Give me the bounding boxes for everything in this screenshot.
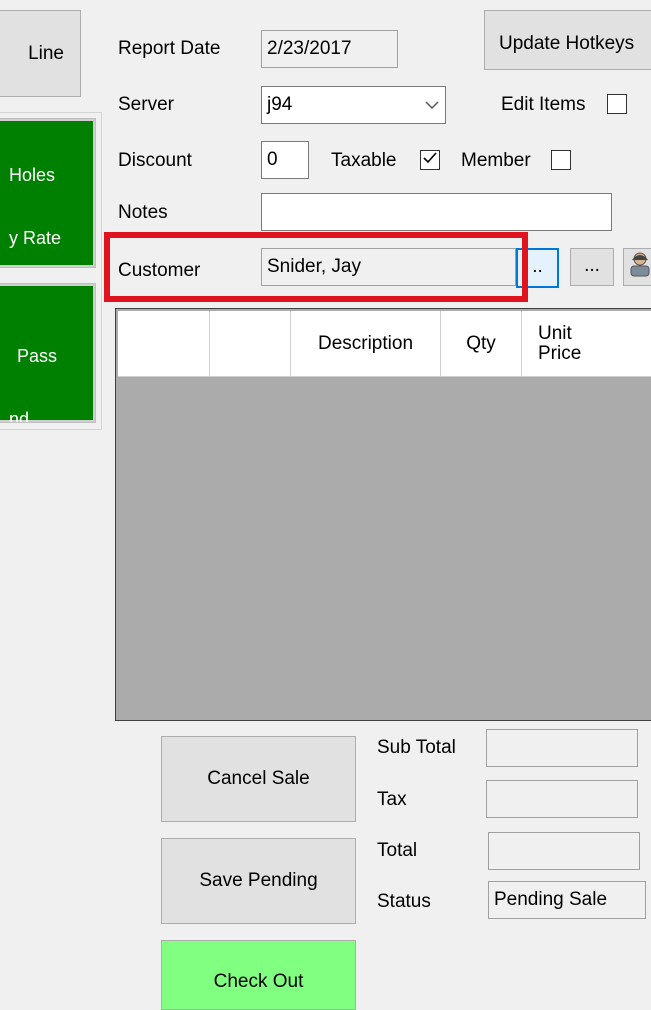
report-date-field[interactable]: 2/23/2017 (261, 30, 398, 68)
notes-label: Notes (118, 202, 168, 223)
hotkey-line: Holes (9, 165, 56, 185)
discount-field[interactable]: 0 (261, 141, 309, 179)
grid-header-unit-price[interactable]: Unit Price (522, 311, 651, 376)
customer-more-button[interactable]: ... (570, 248, 614, 286)
customer-more-label: ... (584, 255, 600, 276)
status-value: Pending Sale (494, 889, 608, 910)
server-select[interactable]: j94 (261, 86, 446, 124)
checkmark-icon (422, 149, 438, 171)
person-icon (628, 250, 651, 284)
status-label: Status (377, 891, 431, 912)
update-hotkeys-button[interactable]: Update Hotkeys (484, 10, 651, 70)
hotkey-line: y Rate (9, 228, 62, 248)
hotkey-button-pass[interactable]: Pass nd 00 (0, 283, 96, 423)
line-button[interactable]: Line (0, 10, 81, 97)
cancel-sale-label: Cancel Sale (207, 768, 310, 789)
grid-header-description[interactable]: Description (291, 311, 441, 376)
items-grid[interactable]: Description Qty Unit Price (115, 308, 651, 721)
save-pending-label: Save Pending (199, 870, 318, 891)
total-field (488, 832, 640, 870)
customer-profile-button[interactable] (623, 248, 651, 286)
member-label: Member (461, 150, 531, 171)
report-date-value: 2/23/2017 (267, 38, 352, 59)
line-button-label: Line (28, 42, 64, 64)
hotkey-line: Pass (17, 346, 58, 366)
discount-value: 0 (267, 149, 278, 170)
grid-header-qty[interactable]: Qty (441, 311, 522, 376)
sub-total-field (486, 729, 638, 767)
check-out-label: Check Out (213, 971, 304, 992)
taxable-checkbox[interactable] (420, 150, 440, 170)
sub-total-label: Sub Total (377, 737, 456, 758)
status-field: Pending Sale (488, 881, 646, 919)
grid-header-blank-1 (118, 311, 210, 376)
save-pending-button[interactable]: Save Pending (161, 838, 356, 924)
member-checkbox[interactable] (551, 150, 571, 170)
edit-items-label: Edit Items (501, 94, 586, 115)
edit-items-checkbox[interactable] (607, 94, 627, 114)
customer-highlight (104, 232, 528, 302)
update-hotkeys-label: Update Hotkeys (499, 33, 635, 54)
tax-label: Tax (377, 789, 407, 810)
discount-label: Discount (118, 150, 192, 171)
check-out-button[interactable]: Check Out (161, 940, 356, 1010)
server-label: Server (118, 94, 174, 115)
hotkey-line: nd (9, 409, 30, 423)
grid-header-blank-2 (210, 311, 291, 376)
chevron-down-icon (424, 94, 440, 116)
server-value: j94 (267, 94, 293, 115)
grid-header-row: Description Qty Unit Price (118, 311, 651, 377)
total-label: Total (377, 840, 418, 861)
tax-field (486, 780, 638, 818)
hotkey-button-holes[interactable]: Holes y Rate 3 00 (0, 118, 96, 268)
report-date-label: Report Date (118, 38, 221, 59)
taxable-label: Taxable (331, 150, 397, 171)
cancel-sale-button[interactable]: Cancel Sale (161, 736, 356, 822)
customer-lookup-label: .. (532, 256, 543, 277)
notes-field[interactable] (261, 193, 612, 231)
